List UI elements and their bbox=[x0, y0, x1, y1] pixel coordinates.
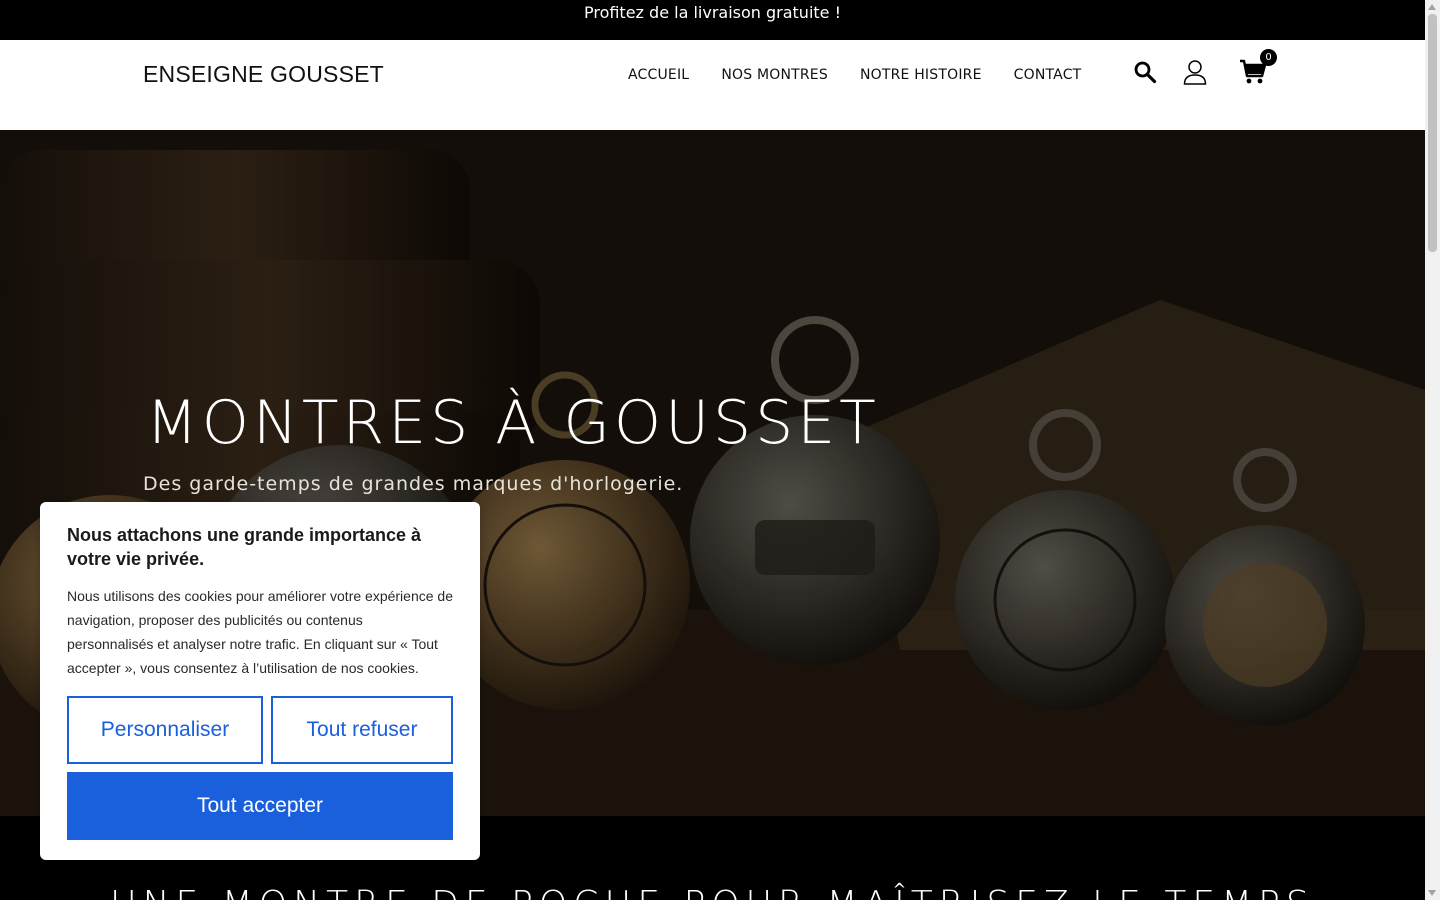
site-logo[interactable]: ENSEIGNE GOUSSET bbox=[143, 61, 384, 88]
cookie-description: Nous utilisons des cookies pour améliore… bbox=[67, 588, 453, 676]
accept-all-button[interactable]: Tout accepter bbox=[67, 772, 453, 840]
cart-count-badge: 0 bbox=[1260, 49, 1277, 66]
nav-item-contact[interactable]: CONTACT bbox=[1014, 67, 1082, 83]
announcement-text: Profitez de la livraison gratuite ! bbox=[583, 3, 842, 22]
main-nav: ACCUEIL NOS MONTRES NOTRE HISTOIRE CONTA… bbox=[628, 67, 1113, 83]
cart-icon[interactable]: 0 bbox=[1238, 49, 1277, 86]
scrollbar-thumb[interactable] bbox=[1428, 14, 1437, 252]
cookie-secondary-actions: Personnaliser Tout refuser bbox=[67, 696, 453, 764]
section-title: UNE MONTRE DE POCHE POUR MAÎTRISEZ LE TE… bbox=[0, 884, 1425, 900]
announcement-bar: Profitez de la livraison gratuite ! bbox=[0, 0, 1425, 40]
customize-button[interactable]: Personnaliser bbox=[67, 696, 263, 764]
search-icon[interactable] bbox=[1132, 58, 1158, 86]
nav-item-notre-histoire[interactable]: NOTRE HISTOIRE bbox=[860, 67, 982, 83]
cookie-consent-dialog: Nous attachons une grande importance à v… bbox=[40, 502, 480, 860]
scroll-up-arrow-icon[interactable] bbox=[1428, 4, 1436, 10]
cookie-title: Nous attachons une grande importance à v… bbox=[67, 525, 422, 569]
header-icons: 0 bbox=[1132, 49, 1277, 86]
scroll-down-arrow-icon[interactable] bbox=[1428, 890, 1436, 896]
hero-title: MONTRES À GOUSSET bbox=[146, 388, 880, 458]
hero-subtitle: Des garde-temps de grandes marques d'hor… bbox=[143, 473, 684, 495]
page-scrollbar[interactable] bbox=[1425, 0, 1440, 900]
site-header: ENSEIGNE GOUSSET ACCUEIL NOS MONTRES NOT… bbox=[0, 40, 1425, 130]
user-icon[interactable] bbox=[1182, 58, 1208, 86]
refuse-all-button[interactable]: Tout refuser bbox=[271, 696, 453, 764]
nav-item-nos-montres[interactable]: NOS MONTRES bbox=[721, 67, 828, 83]
nav-item-accueil[interactable]: ACCUEIL bbox=[628, 67, 689, 83]
